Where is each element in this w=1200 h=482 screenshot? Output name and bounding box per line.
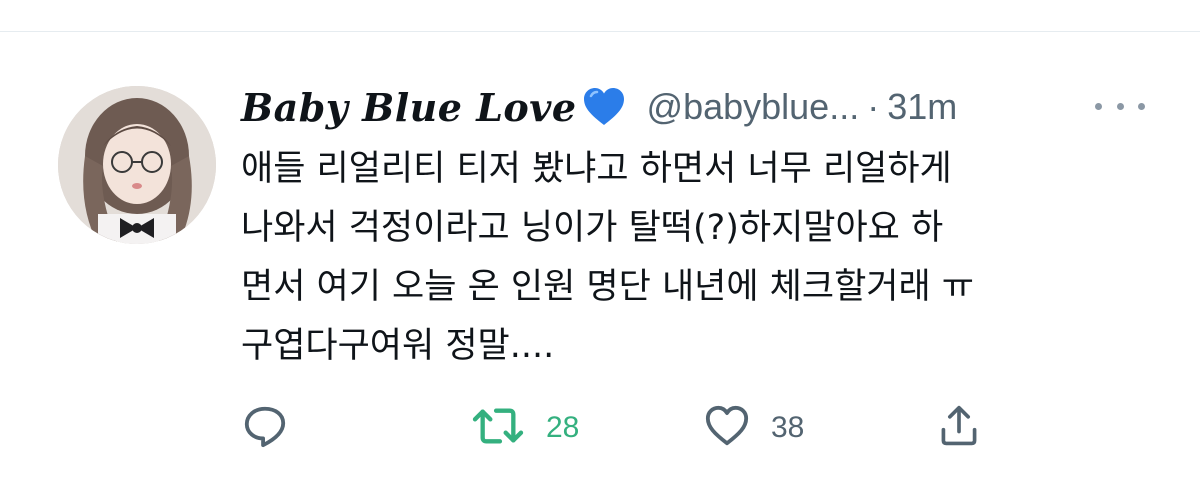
share-button[interactable]	[937, 398, 981, 458]
like-count: 38	[771, 411, 805, 444]
more-dots-icon[interactable]	[1095, 96, 1145, 116]
retweet-count: 28	[546, 411, 580, 444]
reply-icon	[242, 403, 288, 454]
tweet-text-line: 애들 리얼리티 티저 봤냐고 하면서 너무 리얼하게	[241, 149, 952, 189]
avatar[interactable]	[58, 86, 216, 244]
tweet-text-line: 나와서 걱정이라고 닝이가 탈떡(?)하지말아요 하	[241, 208, 944, 248]
user-handle[interactable]: @babyblue...	[647, 86, 860, 128]
tweet-card[interactable]: Baby Blue Love @babyblue... · 31m 애들 리얼리…	[0, 0, 1200, 482]
tweet-header: Baby Blue Love @babyblue... · 31m	[241, 82, 957, 132]
share-icon	[937, 403, 981, 454]
separator: ·	[867, 86, 880, 127]
tweet-text-line: 면서 여기 오늘 온 인원 명단 내년에 체크할거래 ㅠ	[241, 267, 975, 307]
divider	[0, 31, 1200, 32]
retweet-icon	[470, 403, 526, 454]
heart-outline-icon	[703, 403, 751, 454]
timestamp[interactable]: 31m	[887, 86, 957, 128]
like-button[interactable]: 38	[703, 398, 804, 458]
retweet-button[interactable]: 28	[470, 398, 579, 458]
action-bar: 28 38	[0, 398, 1200, 458]
avatar-image	[58, 86, 216, 244]
display-name[interactable]: Baby Blue Love	[241, 85, 577, 130]
tweet-text-line: 구엽다구여워 정말....	[241, 326, 555, 366]
reply-button[interactable]	[242, 398, 288, 458]
tweet-text: 애들 리얼리티 티저 봤냐고 하면서 너무 리얼하게 나와서 걱정이라고 닝이가…	[241, 140, 1161, 376]
blue-heart-icon	[581, 84, 627, 130]
